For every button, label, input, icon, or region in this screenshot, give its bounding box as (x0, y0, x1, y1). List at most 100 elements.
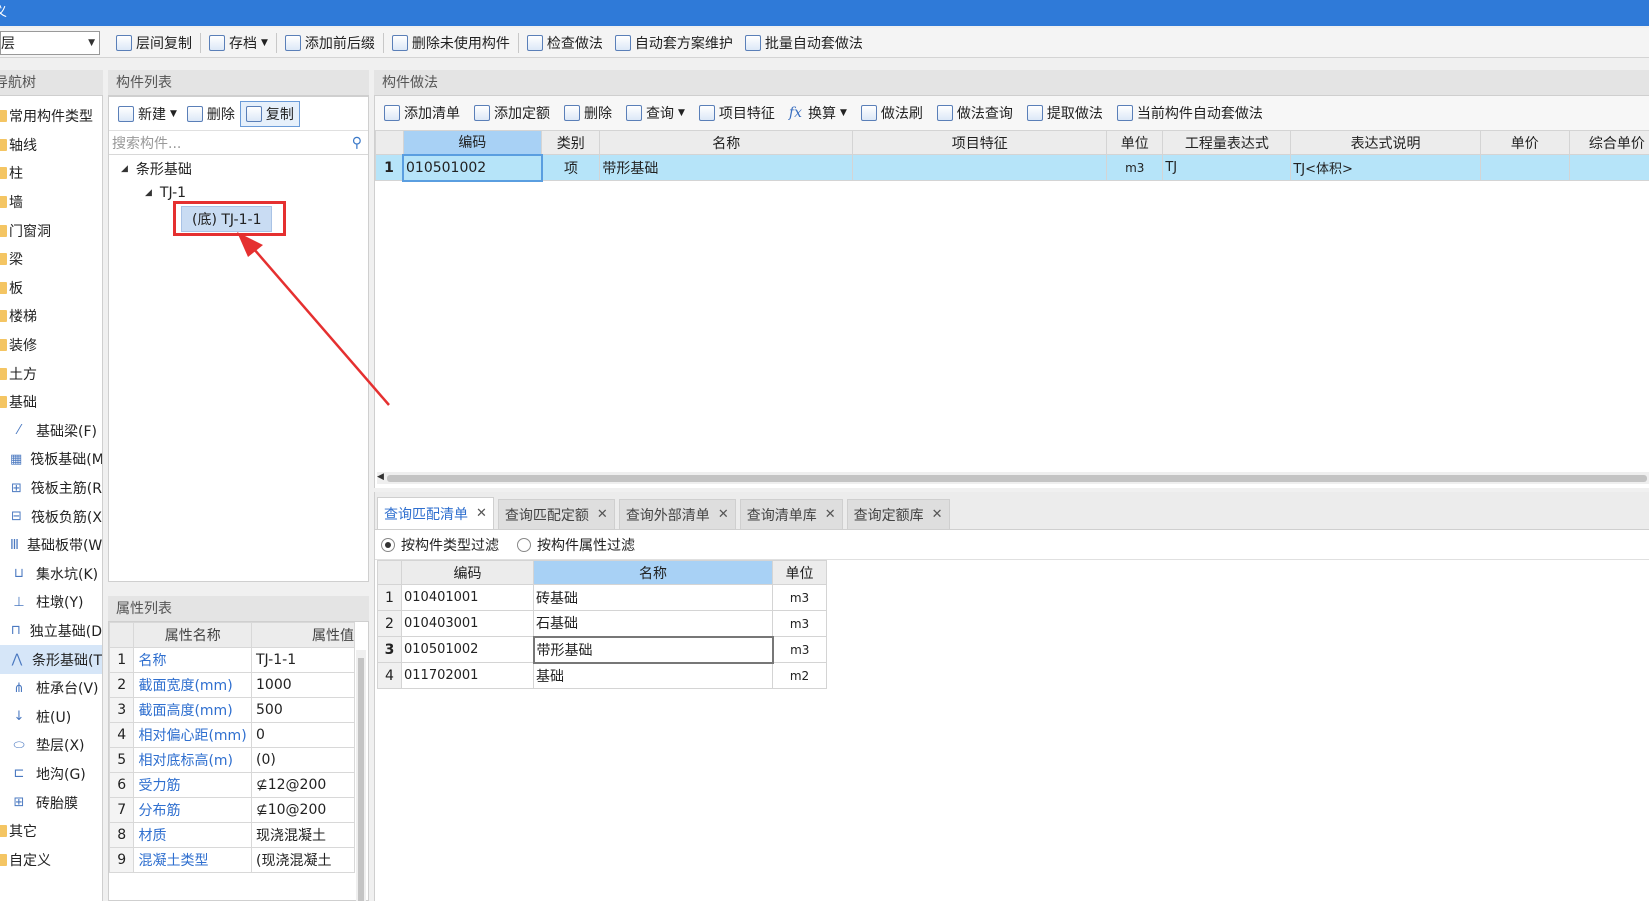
close-icon[interactable]: ✕ (932, 507, 943, 522)
column-header-category[interactable]: 类别 (541, 130, 601, 155)
unit-cell[interactable]: m3 (772, 584, 827, 611)
unit-cell[interactable]: m3 (772, 636, 827, 663)
batch-auto-method-button[interactable]: 批量自动套做法 (739, 30, 869, 56)
property-row[interactable]: 3 截面高度(mm) 500 (108, 697, 355, 723)
tab-match-quota[interactable]: 查询匹配定额 ✕ (497, 499, 615, 529)
query-button[interactable]: 查询 ▼ (619, 100, 692, 126)
nav-item[interactable]: ⊟ 筏板负筋(X (0, 502, 102, 531)
unit-cell[interactable]: m3 (1106, 154, 1164, 181)
column-header-total-price[interactable]: 综合单价 (1568, 130, 1649, 155)
nav-item[interactable]: ↓ 桩(U) (0, 702, 102, 731)
table-row[interactable]: 2 010403001 石基础 m3 (377, 610, 827, 637)
total-price-cell[interactable] (1568, 154, 1649, 181)
column-header-code[interactable]: 编码 (402, 130, 543, 155)
nav-item[interactable]: 常用构件类型 (0, 102, 102, 131)
current-auto-method-button[interactable]: 当前构件自动套做法 (1110, 100, 1270, 126)
name-cell[interactable]: 带形基础 (532, 635, 774, 664)
nav-item[interactable]: 梁 (0, 245, 102, 274)
close-icon[interactable]: ✕ (718, 507, 729, 522)
filter-by-attr-radio[interactable] (517, 537, 531, 552)
code-cell[interactable]: 010501002 (402, 153, 543, 182)
code-cell[interactable]: 011702001 (401, 662, 534, 689)
add-prefix-suffix-button[interactable]: 添加前后缀 (279, 30, 381, 56)
name-cell[interactable]: 砖基础 (533, 584, 773, 611)
nav-item[interactable]: 土方 (0, 359, 102, 388)
method-horizontal-scrollbar[interactable]: ◀ (377, 472, 1649, 484)
table-row[interactable]: 1 010401001 砖基础 m3 (377, 584, 827, 611)
column-header-name[interactable]: 名称 (533, 560, 773, 585)
name-cell[interactable]: 基础 (533, 662, 773, 689)
check-method-button[interactable]: 检查做法 (521, 30, 609, 56)
close-icon[interactable]: ✕ (825, 507, 836, 522)
auto-scheme-button[interactable]: 自动套方案维护 (609, 30, 739, 56)
code-cell[interactable]: 010403001 (401, 610, 534, 637)
extract-method-button[interactable]: 提取做法 (1020, 100, 1110, 126)
tab-external-list[interactable]: 查询外部清单 ✕ (618, 499, 736, 529)
filter-by-type-label[interactable]: 按构件类型过滤 (401, 535, 499, 555)
nav-item[interactable]: ⬭ 垫层(X) (0, 731, 102, 760)
property-value[interactable]: (0) (251, 747, 355, 773)
property-value[interactable]: 500 (251, 697, 355, 723)
property-row[interactable]: 9 混凝土类型 (现浇混凝土 (108, 847, 355, 873)
delete-unused-button[interactable]: 删除未使用构件 (386, 30, 516, 56)
property-row[interactable]: 2 截面宽度(mm) 1000 (108, 672, 355, 698)
add-list-button[interactable]: 添加清单 (377, 100, 467, 126)
property-value[interactable]: 1000 (251, 672, 355, 698)
delete-method-button[interactable]: 删除 (557, 100, 619, 126)
add-quota-button[interactable]: 添加定额 (467, 100, 557, 126)
property-value[interactable]: 现浇混凝土 (251, 822, 355, 848)
expression-cell[interactable]: TJ (1162, 154, 1292, 181)
copy-between-floors-button[interactable]: 层间复制 (110, 30, 198, 56)
method-brush-button[interactable]: 做法刷 (854, 100, 930, 126)
nav-item[interactable]: ⊥ 柱墩(Y) (0, 588, 102, 617)
property-value[interactable]: 0 (251, 722, 355, 748)
copy-component-button[interactable]: 复制 (239, 100, 300, 127)
column-header-expression-desc[interactable]: 表达式说明 (1290, 130, 1481, 155)
component-search-input[interactable]: 搜索构件... ⚲ (109, 131, 368, 155)
column-header-price[interactable]: 单价 (1479, 130, 1570, 155)
code-cell[interactable]: 010401001 (401, 584, 534, 611)
nav-item[interactable]: ⊞ 筏板主筋(R (0, 474, 102, 503)
nav-item[interactable]: 装修 (0, 331, 102, 360)
column-header-unit[interactable]: 单位 (1106, 130, 1164, 155)
property-row[interactable]: 4 相对偏心距(mm) 0 (108, 722, 355, 748)
close-icon[interactable]: ✕ (597, 507, 608, 522)
nav-item[interactable]: 门窗洞 (0, 216, 102, 245)
nav-item[interactable]: 其它 (0, 817, 102, 846)
nav-item[interactable]: 楼梯 (0, 302, 102, 331)
table-row[interactable]: 1 010501002 项 带形基础 m3 TJ TJ<体积> (375, 153, 1649, 182)
property-row[interactable]: 5 相对底标高(m) (0) (108, 747, 355, 773)
name-cell[interactable]: 石基础 (533, 610, 773, 637)
column-header-expression[interactable]: 工程量表达式 (1162, 130, 1292, 155)
method-query-button[interactable]: 做法查询 (930, 100, 1020, 126)
property-row[interactable]: 8 材质 现浇混凝土 (108, 822, 355, 848)
expression-desc-cell[interactable]: TJ<体积> (1290, 154, 1481, 181)
column-header-feature[interactable]: 项目特征 (852, 130, 1108, 155)
unit-cell[interactable]: m3 (772, 610, 827, 637)
scrollbar-thumb[interactable] (387, 475, 1647, 482)
nav-item[interactable]: 轴线 (0, 131, 102, 160)
nav-item[interactable]: ⋀ 条形基础(T (0, 645, 102, 674)
archive-button[interactable]: 存档 ▼ (203, 30, 274, 56)
column-header-code[interactable]: 编码 (401, 560, 534, 585)
table-row[interactable]: 4 011702001 基础 m2 (377, 662, 827, 689)
price-cell[interactable] (1479, 154, 1570, 181)
nav-item[interactable]: 自定义 (0, 845, 102, 874)
filter-by-type-radio[interactable] (381, 537, 395, 552)
nav-item[interactable]: ⊓ 独立基础(D (0, 617, 102, 646)
floor-select[interactable]: 层 ▼ (0, 30, 100, 55)
nav-item[interactable]: ⊏ 地沟(G) (0, 760, 102, 789)
column-header-name[interactable]: 名称 (599, 130, 854, 155)
property-value[interactable]: ⊈12@200 (251, 772, 355, 798)
collapse-triangle-icon[interactable]: ◢ (121, 164, 128, 174)
nav-item[interactable]: 柱 (0, 159, 102, 188)
new-component-button[interactable]: 新建 ▼ (113, 101, 182, 127)
property-row[interactable]: 6 受力筋 ⊈12@200 (108, 772, 355, 798)
delete-component-button[interactable]: 删除 (182, 101, 240, 127)
nav-item[interactable]: ⊔ 集水坑(K) (0, 560, 102, 589)
feature-cell[interactable] (852, 154, 1108, 181)
property-value[interactable]: TJ-1-1 (251, 647, 355, 673)
nav-item[interactable]: 基础 (0, 388, 102, 417)
tab-list-library[interactable]: 查询清单库 ✕ (739, 499, 843, 529)
convert-button[interactable]: fx 换算 ▼ (782, 100, 854, 126)
